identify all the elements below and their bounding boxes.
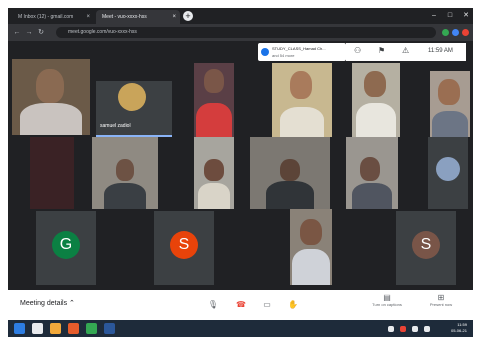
participant-tile[interactable] — [272, 63, 332, 137]
participant-tile[interactable] — [194, 137, 234, 209]
avatar — [436, 157, 460, 181]
participant-tile[interactable] — [346, 137, 398, 209]
tab-meet[interactable]: Meet - vuo-xxxx-hss × — [96, 10, 180, 24]
presenter-title: STUDY_CLASS_Hamad Ch... — [272, 46, 326, 51]
meeting-time: 11:59 AM — [428, 48, 453, 54]
raise-hand-icon[interactable]: ✋ — [284, 296, 302, 314]
participant-tile[interactable]: G — [36, 211, 96, 285]
url-input[interactable]: meet.google.com/vuo-xxxx-hss — [56, 27, 436, 38]
participant-tile[interactable] — [12, 59, 90, 135]
meet-grid: samuel zadiol G S S STUDY_CLASS_Hamad Ch… — [8, 41, 473, 320]
participant-tile[interactable] — [250, 137, 330, 209]
minimize-icon[interactable]: – — [428, 9, 440, 23]
presentation-banner[interactable]: STUDY_CLASS_Hamad Ch... and 54 more — [258, 43, 346, 61]
word-icon[interactable] — [104, 323, 115, 334]
avatar: S — [412, 231, 440, 259]
participant-tile[interactable] — [352, 63, 400, 137]
extension-icon[interactable] — [452, 29, 459, 36]
new-tab-button[interactable]: + — [183, 11, 193, 21]
tab-label: Meet - vuo-xxxx-hss — [102, 14, 147, 20]
participant-tile[interactable] — [430, 71, 470, 137]
address-bar: ← → ↻ meet.google.com/vuo-xxxx-hss — [8, 24, 473, 41]
meeting-details-button[interactable]: Meeting details ⌃ — [20, 299, 75, 307]
participant-tile[interactable]: S — [154, 211, 214, 285]
presenter-avatar — [261, 48, 269, 56]
avatar: G — [52, 231, 80, 259]
present-now-button[interactable]: ⊞ Present now — [420, 293, 462, 307]
avatar-letter: G — [59, 236, 73, 253]
close-icon[interactable]: × — [86, 10, 90, 24]
profile-icon[interactable] — [462, 29, 469, 36]
presenter-subtitle: and 54 more — [272, 53, 295, 58]
captions-button[interactable]: ▤ Turn on captions — [366, 293, 408, 307]
participant-name: samuel zadiol — [100, 123, 131, 129]
participant-tile[interactable] — [92, 137, 158, 209]
meet-top-toolbar: ⚇ ⚑ ⚠ 11:59 AM — [346, 43, 466, 61]
start-icon[interactable] — [14, 323, 25, 334]
avatar: S — [170, 231, 198, 259]
close-icon[interactable]: × — [172, 10, 176, 24]
back-icon[interactable]: ← — [12, 27, 22, 38]
tray-icon[interactable] — [400, 326, 406, 332]
task-view-icon[interactable] — [32, 323, 43, 334]
tab-label: M Inbox (12) - gmail.com — [18, 14, 74, 20]
clock-date: 05-06-21 — [450, 328, 467, 333]
extension-icon[interactable] — [442, 29, 449, 36]
people-icon[interactable]: ⚇ — [354, 46, 361, 55]
close-window-icon[interactable]: ✕ — [460, 9, 472, 23]
url-text: meet.google.com/vuo-xxxx-hss — [68, 29, 137, 35]
avatar — [118, 83, 146, 111]
present-icon: ⊞ — [437, 293, 445, 302]
firefox-icon[interactable] — [68, 323, 79, 334]
participant-tile[interactable] — [290, 209, 332, 285]
tray-icon[interactable] — [388, 326, 394, 332]
forward-icon[interactable]: → — [24, 27, 34, 38]
reload-icon[interactable]: ↻ — [36, 27, 46, 38]
taskbar: 11:59 05-06-21 — [8, 320, 473, 337]
chrome-icon[interactable] — [86, 323, 97, 334]
participant-tile[interactable] — [194, 63, 234, 137]
present-label: Present now — [429, 302, 453, 307]
captions-icon: ▤ — [383, 293, 391, 302]
explorer-icon[interactable] — [50, 323, 61, 334]
captions-label: Turn on captions — [372, 302, 402, 307]
chat-icon[interactable]: ⚑ — [378, 46, 385, 55]
leave-call-icon[interactable]: ☎ — [232, 296, 250, 314]
browser-tab-bar: M Inbox (12) - gmail.com × Meet - vuo-xx… — [8, 8, 473, 24]
clock[interactable]: 11:59 05-06-21 — [451, 322, 467, 334]
maximize-icon[interactable]: □ — [444, 9, 456, 23]
camera-icon[interactable]: ▭ — [258, 296, 276, 314]
meeting-details-label: Meeting details — [20, 300, 68, 307]
participant-tile-pinned[interactable]: samuel zadiol — [96, 81, 172, 137]
participant-tile[interactable] — [30, 137, 74, 209]
chevron-up-icon: ⌃ — [69, 300, 75, 307]
avatar-letter: S — [178, 236, 190, 253]
volume-icon[interactable] — [412, 326, 418, 332]
meet-controls: Meeting details ⌃ 🎙 ☎ ▭ ✋ ▤ Turn on capt… — [8, 290, 473, 320]
activities-icon[interactable]: ⚠ — [402, 46, 409, 55]
participant-tile[interactable] — [428, 137, 468, 209]
tab-gmail[interactable]: M Inbox (12) - gmail.com × — [12, 10, 94, 24]
participant-tile[interactable]: S — [396, 211, 456, 285]
network-icon[interactable] — [424, 326, 430, 332]
avatar-letter: S — [420, 236, 432, 253]
microphone-icon[interactable]: 🎙 — [204, 296, 222, 314]
